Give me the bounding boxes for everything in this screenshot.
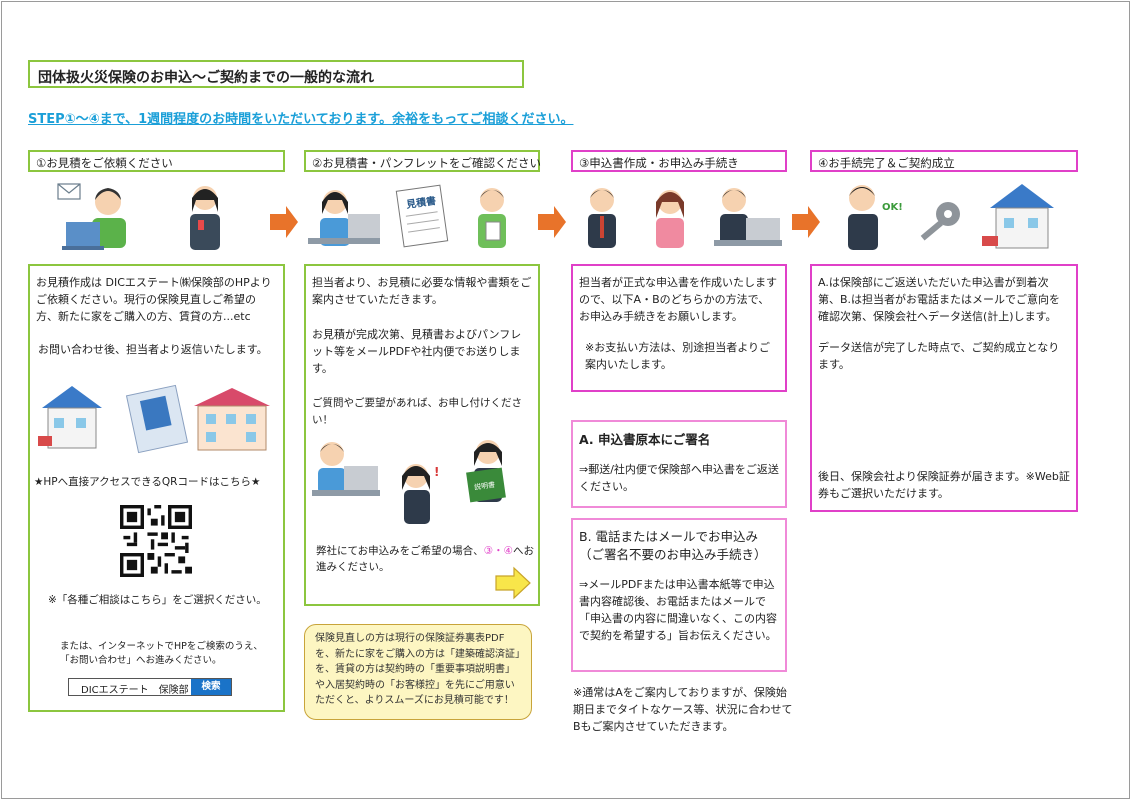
person-phone-icon (190, 186, 220, 250)
person-ok-icon: OK! (848, 185, 903, 250)
person-manual-icon: 説明書 (466, 440, 506, 503)
step-3-header: ③申込書作成・お申込み手続き (571, 150, 787, 172)
option-a-body: ⇒郵送/社内便で保険部へ申込書をご返送ください。 (579, 463, 779, 494)
envelope-icon (57, 183, 81, 200)
option-a-panel: A. 申込書原本にご署名 ⇒郵送/社内便で保険部へ申込書をご返送ください。 (571, 420, 787, 508)
col2-text-1: 担当者より、お見積に必要な情報や書類をご案内させていただきます。 (312, 276, 532, 307)
person-doc-icon (478, 188, 506, 248)
qr-caption: ★HPへ直接アクセスできるQRコードはこちら★ (34, 476, 261, 488)
select-note: ※「各種ご相談はこちら」をご選択ください。 (48, 594, 267, 606)
person-laptop-icon (308, 190, 380, 246)
option-b-title: B. 電話またはメールでお申込み（ご署名不要のお申込み手続き） (579, 529, 767, 563)
person-laptop-icon (312, 442, 380, 496)
col3-text-2: ※お支払い方法は、別途担当者よりご案内いたします。 (585, 341, 770, 372)
step-2-header: ②お見積書・パンフレットをご確認ください (304, 150, 541, 172)
step-4-panel: A.は保険部にご返送いただいた申込書が到着次第、B.は担当者がお電話またはメール… (810, 264, 1078, 512)
svg-text:!: ! (434, 465, 439, 479)
option-b-body: ⇒メールPDFまたは申込書本紙等で申込書内容確認後、お電話またはメールで「申込書… (579, 578, 777, 643)
col4-text-3: 後日、保険会社より保険証券が届きます。※Web証券もご選択いただけます。 (818, 470, 1070, 501)
person-surprised-icon: ! (402, 464, 439, 524)
col2-illustration: ! 説明書 (312, 440, 506, 524)
person-phone-icon (656, 190, 684, 248)
document-icon: 見積書 (395, 184, 449, 248)
step-4-header: ④お手続完了＆ご契約成立 (810, 150, 1078, 172)
arrow-right-icon (270, 206, 298, 238)
step-3-panel: 担当者が正式な申込書を作成いたしますので、以下A・Bのどちらかの方法で、お申込み… (571, 264, 787, 392)
ok-label: OK! (882, 202, 903, 213)
document-icon (125, 384, 189, 454)
qr-code-icon[interactable] (120, 505, 192, 577)
search-input[interactable]: DICエステート 保険部 (81, 681, 189, 696)
preparation-note: 保険見直しの方は現行の保険証券裏表PDFを、新たに家をご購入の方は「建築確認済証… (304, 624, 532, 720)
search-box[interactable]: DICエステート 保険部 検索 (68, 678, 232, 696)
illustration-row: 見積書 OK! (57, 183, 1054, 250)
step-1-header: ①お見積をご依頼ください (28, 150, 285, 172)
col1-text-2: お問い合わせ後、担当者より返信いたします。 (38, 343, 268, 357)
person-staff-icon (588, 188, 616, 248)
option-a-title: A. 申込書原本にご署名 (579, 432, 711, 447)
search-button[interactable]: 検索 (191, 679, 231, 695)
col1-text-1: お見積作成は DICエステート㈱保険部のHPよりご依頼ください。現行の保険見直し… (36, 276, 272, 324)
col3-footnote: ※通常はAをご案内しておりますが、保険始期日までタイトなケース等、状況に合わせて… (573, 686, 793, 734)
step-note: STEP①～④まで、1週間程度のお時間をいただいております。余裕をもってご相談く… (28, 112, 574, 127)
col4-text-1: A.は保険部にご返送いただいた申込書が到着次第、B.は担当者がお電話またはメール… (818, 276, 1061, 324)
col4-text-2: データ送信が完了した時点で、ご契約成立となります。 (818, 341, 1060, 372)
yellow-arrow-icon (495, 566, 531, 600)
page-title: 団体扱火災保険のお申込～ご契約までの一般的な流れ (28, 60, 524, 88)
house-icon (38, 386, 102, 449)
col2-text-3: ご質問やご要望があれば、お申し付けください！ (312, 397, 522, 426)
option-b-panel: B. 電話またはメールでお申込み（ご署名不要のお申込み手続き） ⇒メールPDFま… (571, 518, 787, 672)
col3-text-1: 担当者が正式な申込書を作成いたしますので、以下A・Bのどちらかの方法で、お申込み… (579, 276, 777, 324)
col2-text-2: お見積が完成次第、見積書およびパンフレット等をメールPDFや社内便でお送りします… (312, 328, 522, 376)
arrow-right-icon (538, 206, 566, 238)
house-icon (982, 184, 1054, 249)
key-icon (920, 202, 960, 241)
houses-illustration (38, 384, 270, 454)
internet-note: または、インターネットでHPをご検索のうえ、「お問い合わせ」へお進みください。 (60, 641, 263, 666)
house-icon (194, 388, 270, 451)
person-laptop-icon (714, 188, 782, 246)
arrow-right-icon (792, 206, 820, 238)
